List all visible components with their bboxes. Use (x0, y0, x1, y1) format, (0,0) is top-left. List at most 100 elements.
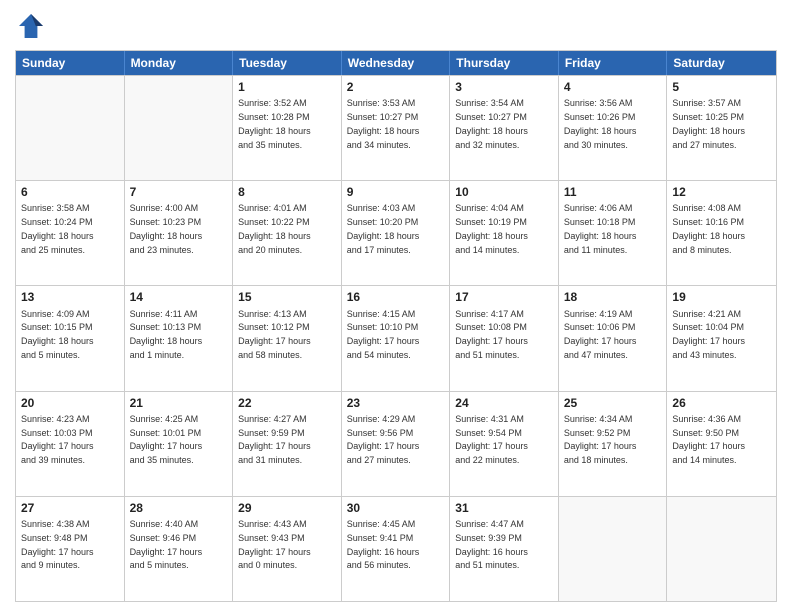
day-number: 19 (672, 289, 771, 305)
day-number: 5 (672, 79, 771, 95)
calendar-cell: 9 Sunrise: 4:03 AM Sunset: 10:20 PM Dayli… (342, 181, 451, 285)
cell-info: Sunrise: 3:52 AM Sunset: 10:28 PM Daylig… (238, 98, 311, 149)
cell-info: Sunrise: 3:56 AM Sunset: 10:26 PM Daylig… (564, 98, 637, 149)
cell-info: Sunrise: 4:36 AM Sunset: 9:50 PM Dayligh… (672, 414, 745, 465)
cell-info: Sunrise: 4:29 AM Sunset: 9:56 PM Dayligh… (347, 414, 420, 465)
day-number: 3 (455, 79, 553, 95)
day-number: 30 (347, 500, 445, 516)
cell-info: Sunrise: 4:47 AM Sunset: 9:39 PM Dayligh… (455, 519, 528, 570)
logo-icon (15, 10, 47, 42)
calendar-cell (125, 76, 234, 180)
day-number: 10 (455, 184, 553, 200)
calendar-cell (16, 76, 125, 180)
cell-info: Sunrise: 4:38 AM Sunset: 9:48 PM Dayligh… (21, 519, 94, 570)
calendar-cell: 11 Sunrise: 4:06 AM Sunset: 10:18 PM Dayl… (559, 181, 668, 285)
page: SundayMondayTuesdayWednesdayThursdayFrid… (0, 0, 792, 612)
day-number: 4 (564, 79, 662, 95)
cell-info: Sunrise: 4:45 AM Sunset: 9:41 PM Dayligh… (347, 519, 420, 570)
cell-info: Sunrise: 4:43 AM Sunset: 9:43 PM Dayligh… (238, 519, 311, 570)
cell-info: Sunrise: 4:03 AM Sunset: 10:20 PM Daylig… (347, 203, 420, 254)
day-number: 31 (455, 500, 553, 516)
cell-info: Sunrise: 4:06 AM Sunset: 10:18 PM Daylig… (564, 203, 637, 254)
day-number: 9 (347, 184, 445, 200)
calendar-cell (667, 497, 776, 601)
cell-info: Sunrise: 4:00 AM Sunset: 10:23 PM Daylig… (130, 203, 203, 254)
day-number: 15 (238, 289, 336, 305)
calendar-cell: 17 Sunrise: 4:17 AM Sunset: 10:08 PM Dayl… (450, 286, 559, 390)
calendar-body: 1 Sunrise: 3:52 AM Sunset: 10:28 PM Dayli… (16, 75, 776, 601)
day-number: 14 (130, 289, 228, 305)
cell-info: Sunrise: 4:23 AM Sunset: 10:03 PM Daylig… (21, 414, 94, 465)
calendar-cell: 8 Sunrise: 4:01 AM Sunset: 10:22 PM Dayli… (233, 181, 342, 285)
calendar-week: 20Sunrise: 4:23 AM Sunset: 10:03 PM Dayl… (16, 391, 776, 496)
calendar-cell: 6Sunrise: 3:58 AM Sunset: 10:24 PM Dayli… (16, 181, 125, 285)
day-number: 7 (130, 184, 228, 200)
cell-info: Sunrise: 4:25 AM Sunset: 10:01 PM Daylig… (130, 414, 203, 465)
cell-info: Sunrise: 4:17 AM Sunset: 10:08 PM Daylig… (455, 309, 528, 360)
calendar-cell: 12 Sunrise: 4:08 AM Sunset: 10:16 PM Dayl… (667, 181, 776, 285)
calendar-cell (559, 497, 668, 601)
calendar-cell: 18 Sunrise: 4:19 AM Sunset: 10:06 PM Dayl… (559, 286, 668, 390)
day-number: 28 (130, 500, 228, 516)
calendar-cell: 2 Sunrise: 3:53 AM Sunset: 10:27 PM Dayli… (342, 76, 451, 180)
cell-info: Sunrise: 4:31 AM Sunset: 9:54 PM Dayligh… (455, 414, 528, 465)
day-number: 18 (564, 289, 662, 305)
calendar-cell: 27 Sunrise: 4:38 AM Sunset: 9:48 PM Dayli… (16, 497, 125, 601)
cell-info: Sunrise: 4:04 AM Sunset: 10:19 PM Daylig… (455, 203, 528, 254)
cell-info: Sunrise: 3:54 AM Sunset: 10:27 PM Daylig… (455, 98, 528, 149)
cell-info: Sunrise: 4:21 AM Sunset: 10:04 PM Daylig… (672, 309, 745, 360)
logo (15, 10, 51, 42)
calendar-cell: 29 Sunrise: 4:43 AM Sunset: 9:43 PM Dayli… (233, 497, 342, 601)
calendar-cell: 3 Sunrise: 3:54 AM Sunset: 10:27 PM Dayli… (450, 76, 559, 180)
cell-info: Sunrise: 4:34 AM Sunset: 9:52 PM Dayligh… (564, 414, 637, 465)
cell-info: Sunrise: 3:57 AM Sunset: 10:25 PM Daylig… (672, 98, 745, 149)
day-number: 8 (238, 184, 336, 200)
calendar-cell: 26 Sunrise: 4:36 AM Sunset: 9:50 PM Dayli… (667, 392, 776, 496)
calendar-cell: 4 Sunrise: 3:56 AM Sunset: 10:26 PM Dayli… (559, 76, 668, 180)
calendar-cell: 1 Sunrise: 3:52 AM Sunset: 10:28 PM Dayli… (233, 76, 342, 180)
calendar-cell: 19 Sunrise: 4:21 AM Sunset: 10:04 PM Dayl… (667, 286, 776, 390)
day-number: 23 (347, 395, 445, 411)
day-number: 13 (21, 289, 119, 305)
calendar-cell: 24 Sunrise: 4:31 AM Sunset: 9:54 PM Dayli… (450, 392, 559, 496)
day-number: 17 (455, 289, 553, 305)
day-number: 29 (238, 500, 336, 516)
day-number: 11 (564, 184, 662, 200)
calendar-header-cell: Tuesday (233, 51, 342, 75)
day-number: 1 (238, 79, 336, 95)
calendar-week: 13 Sunrise: 4:09 AM Sunset: 10:15 PM Dayl… (16, 285, 776, 390)
calendar-header-cell: Saturday (667, 51, 776, 75)
day-number: 12 (672, 184, 771, 200)
calendar-cell: 16 Sunrise: 4:15 AM Sunset: 10:10 PM Dayl… (342, 286, 451, 390)
cell-info: Sunrise: 4:40 AM Sunset: 9:46 PM Dayligh… (130, 519, 203, 570)
header (15, 10, 777, 42)
calendar-header-cell: Sunday (16, 51, 125, 75)
cell-info: Sunrise: 4:11 AM Sunset: 10:13 PM Daylig… (130, 309, 203, 360)
day-number: 26 (672, 395, 771, 411)
calendar-cell: 25Sunrise: 4:34 AM Sunset: 9:52 PM Dayli… (559, 392, 668, 496)
day-number: 6 (21, 184, 119, 200)
cell-info: Sunrise: 4:27 AM Sunset: 9:59 PM Dayligh… (238, 414, 311, 465)
cell-info: Sunrise: 4:19 AM Sunset: 10:06 PM Daylig… (564, 309, 637, 360)
calendar-header-cell: Friday (559, 51, 668, 75)
cell-info: Sunrise: 3:53 AM Sunset: 10:27 PM Daylig… (347, 98, 420, 149)
calendar-cell: 10 Sunrise: 4:04 AM Sunset: 10:19 PM Dayl… (450, 181, 559, 285)
calendar-cell: 28 Sunrise: 4:40 AM Sunset: 9:46 PM Dayli… (125, 497, 234, 601)
calendar-cell: 7 Sunrise: 4:00 AM Sunset: 10:23 PM Dayli… (125, 181, 234, 285)
day-number: 21 (130, 395, 228, 411)
cell-info: Sunrise: 4:15 AM Sunset: 10:10 PM Daylig… (347, 309, 420, 360)
calendar-cell: 22Sunrise: 4:27 AM Sunset: 9:59 PM Dayli… (233, 392, 342, 496)
calendar-cell: 14 Sunrise: 4:11 AM Sunset: 10:13 PM Dayl… (125, 286, 234, 390)
day-number: 27 (21, 500, 119, 516)
day-number: 16 (347, 289, 445, 305)
calendar-week: 1 Sunrise: 3:52 AM Sunset: 10:28 PM Dayli… (16, 75, 776, 180)
cell-info: Sunrise: 4:08 AM Sunset: 10:16 PM Daylig… (672, 203, 745, 254)
calendar-cell: 13 Sunrise: 4:09 AM Sunset: 10:15 PM Dayl… (16, 286, 125, 390)
day-number: 2 (347, 79, 445, 95)
day-number: 24 (455, 395, 553, 411)
cell-info: Sunrise: 4:01 AM Sunset: 10:22 PM Daylig… (238, 203, 311, 254)
calendar-cell: 21 Sunrise: 4:25 AM Sunset: 10:01 PM Dayl… (125, 392, 234, 496)
calendar-cell: 23 Sunrise: 4:29 AM Sunset: 9:56 PM Dayli… (342, 392, 451, 496)
calendar-cell: 5 Sunrise: 3:57 AM Sunset: 10:25 PM Dayli… (667, 76, 776, 180)
cell-info: Sunrise: 4:09 AM Sunset: 10:15 PM Daylig… (21, 309, 94, 360)
